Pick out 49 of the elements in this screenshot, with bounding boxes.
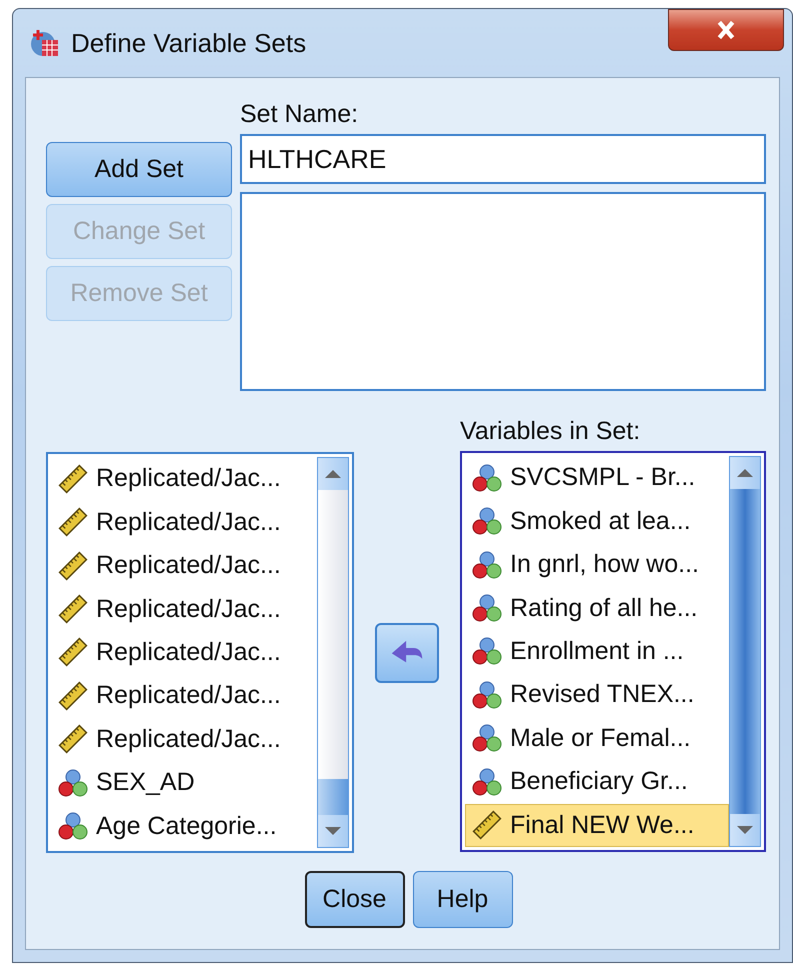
variable-item[interactable]: Smoked at lea... [465,499,729,543]
scroll-thumb[interactable] [730,489,760,814]
variable-item[interactable]: Enrollment in ... [465,630,729,674]
move-button[interactable] [375,622,439,682]
scrollbar[interactable] [729,456,761,847]
three-circles-icon [472,680,502,710]
sets-list[interactable] [240,192,766,391]
variable-item[interactable]: Replicated/Jac... [51,718,317,762]
variable-item[interactable]: Revised TNEX... [465,673,729,717]
variables-in-set-label: Variables in Set: [460,417,642,447]
scroll-thumb[interactable] [318,779,348,815]
window-title: Define Variable Sets [71,28,306,58]
variable-item[interactable]: Age Categorie... [51,804,317,848]
variable-item[interactable]: Replicated/Jac... [51,630,317,674]
three-circles-icon [472,506,502,536]
variable-item[interactable]: SEX_AD [51,761,317,804]
three-circles-icon [472,550,502,580]
set-button[interactable]: Add Set [46,142,232,197]
dialog-button[interactable]: Close [304,871,404,928]
set-name-field[interactable]: HLTHCARE [240,134,766,184]
variable-item[interactable]: Beneficiary Gr... [465,760,729,804]
variable-list[interactable]: SVCSMPL - Br... Smoked at lea... In gnrl, how wo... Rating of all he... Enrollment in ... Revised TNEX... Male or Femal... Beneficiary Gr... Final NEW We... [460,451,766,852]
variable-item[interactable]: Rating of all he... [465,586,729,630]
scrollbar[interactable] [317,457,349,848]
variable-item[interactable]: Final NEW We... [465,804,729,847]
three-circles-icon [472,593,502,624]
close-button[interactable] [668,9,784,51]
three-circles-icon [472,462,502,493]
scroll-up-icon[interactable] [730,457,760,489]
variable-item[interactable]: SVCSMPL - Br... [465,456,729,500]
three-circles-icon [472,723,502,754]
three-circles-icon [472,766,502,797]
variable-item[interactable]: Replicated/Jac... [51,674,317,718]
variable-item[interactable]: Replicated/Jac... [51,457,317,500]
scroll-down-icon[interactable] [730,814,760,846]
variable-item[interactable]: Replicated/Jac... [51,500,317,544]
variable-list[interactable]: Replicated/Jac... Replicated/Jac... Replicated/Jac... Replicated/Jac... Replicated/Jac... Replicated/Jac... Replicated/Jac... SEX_AD Age Categorie... [46,452,354,853]
table-icon [29,27,61,59]
dialog-button[interactable]: Help [412,871,512,928]
three-circles-icon [58,811,88,842]
variable-item[interactable]: Replicated/Jac... [51,544,317,588]
scroll-up-icon[interactable] [318,458,348,490]
variable-item[interactable]: In gnrl, how wo... [465,542,729,586]
scroll-down-icon[interactable] [318,815,348,847]
three-circles-icon [58,768,88,798]
set-name-label: Set Name: [240,100,360,130]
three-circles-icon [472,636,502,666]
variable-item[interactable]: Male or Femal... [465,716,729,760]
variable-item[interactable]: Replicated/Jac... [51,587,317,631]
